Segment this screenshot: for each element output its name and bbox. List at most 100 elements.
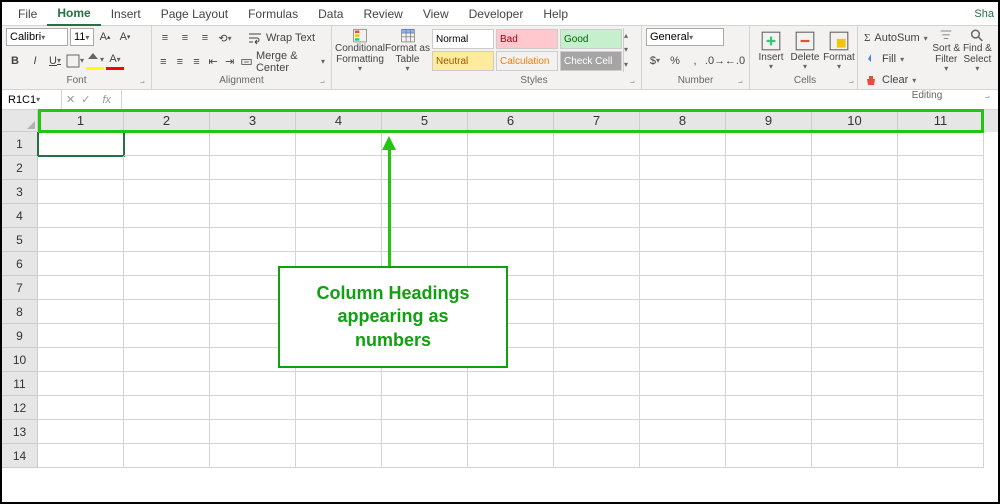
- cell[interactable]: [124, 252, 210, 276]
- cell[interactable]: [296, 444, 382, 468]
- style-check-cell[interactable]: Check Cell: [560, 51, 622, 71]
- cell[interactable]: [296, 324, 382, 348]
- cell[interactable]: [898, 132, 984, 156]
- cell[interactable]: [38, 324, 124, 348]
- cell[interactable]: [554, 396, 640, 420]
- cell[interactable]: [124, 372, 210, 396]
- cell[interactable]: [640, 396, 726, 420]
- cell[interactable]: [124, 300, 210, 324]
- tab-page-layout[interactable]: Page Layout: [151, 3, 238, 25]
- align-right-icon[interactable]: ≡: [189, 53, 204, 71]
- cell[interactable]: [640, 420, 726, 444]
- cell[interactable]: [296, 180, 382, 204]
- accounting-format-icon[interactable]: $: [646, 52, 664, 70]
- cell[interactable]: [382, 156, 468, 180]
- decrease-font-icon[interactable]: A▾: [116, 28, 134, 46]
- format-as-table-button[interactable]: Format as Table: [384, 28, 431, 74]
- percent-format-icon[interactable]: %: [666, 52, 684, 70]
- cell[interactable]: [554, 276, 640, 300]
- row-header[interactable]: 3: [2, 180, 38, 204]
- cell[interactable]: [382, 444, 468, 468]
- align-middle-icon[interactable]: ≡: [176, 29, 194, 47]
- clear-button[interactable]: Clear: [862, 70, 930, 90]
- col-header[interactable]: 2: [124, 110, 210, 132]
- cell[interactable]: [468, 132, 554, 156]
- cell[interactable]: [554, 180, 640, 204]
- row-header[interactable]: 13: [2, 420, 38, 444]
- cell[interactable]: [726, 420, 812, 444]
- increase-decimal-icon[interactable]: .0→: [706, 52, 724, 70]
- row-header[interactable]: 6: [2, 252, 38, 276]
- cell[interactable]: [554, 132, 640, 156]
- autosum-button[interactable]: ΣAutoSum: [862, 28, 930, 48]
- insert-function-icon[interactable]: fx: [96, 94, 117, 106]
- cell[interactable]: [726, 132, 812, 156]
- cell[interactable]: [468, 396, 554, 420]
- cell[interactable]: [726, 372, 812, 396]
- cell[interactable]: [296, 396, 382, 420]
- cell[interactable]: [210, 156, 296, 180]
- cell[interactable]: [554, 228, 640, 252]
- cell[interactable]: [898, 300, 984, 324]
- tab-data[interactable]: Data: [308, 3, 353, 25]
- cell[interactable]: [296, 204, 382, 228]
- cell[interactable]: [38, 180, 124, 204]
- cell[interactable]: [812, 228, 898, 252]
- name-box[interactable]: R1C1: [2, 90, 62, 109]
- cell[interactable]: [38, 348, 124, 372]
- increase-font-icon[interactable]: A▴: [96, 28, 114, 46]
- col-header[interactable]: 5: [382, 110, 468, 132]
- cell[interactable]: [210, 252, 296, 276]
- cell[interactable]: [640, 276, 726, 300]
- cell[interactable]: [210, 300, 296, 324]
- select-all-corner[interactable]: [2, 110, 38, 132]
- cell[interactable]: [554, 372, 640, 396]
- cell[interactable]: [468, 156, 554, 180]
- cell[interactable]: [640, 324, 726, 348]
- cell[interactable]: [210, 132, 296, 156]
- find-select-button[interactable]: Find & Select: [963, 28, 992, 74]
- format-cells-button[interactable]: Format: [822, 28, 856, 74]
- cell[interactable]: [898, 252, 984, 276]
- row-header[interactable]: 4: [2, 204, 38, 228]
- cell[interactable]: [640, 204, 726, 228]
- cell[interactable]: [812, 252, 898, 276]
- cell[interactable]: [726, 444, 812, 468]
- font-color-button[interactable]: A: [106, 52, 124, 70]
- cell[interactable]: [812, 180, 898, 204]
- decrease-indent-icon[interactable]: ⇤: [206, 53, 221, 71]
- cell[interactable]: [812, 348, 898, 372]
- cell[interactable]: [210, 228, 296, 252]
- cell[interactable]: [468, 276, 554, 300]
- cell[interactable]: [640, 444, 726, 468]
- cell[interactable]: [124, 180, 210, 204]
- conditional-formatting-button[interactable]: Conditional Formatting: [336, 28, 384, 74]
- borders-button[interactable]: [66, 52, 84, 70]
- wrap-text-button[interactable]: Wrap Text: [246, 28, 317, 48]
- cell[interactable]: [210, 444, 296, 468]
- cell[interactable]: [812, 300, 898, 324]
- cell[interactable]: [898, 276, 984, 300]
- cell[interactable]: [812, 324, 898, 348]
- cancel-formula-icon[interactable]: ✕: [66, 93, 75, 106]
- cell[interactable]: [812, 444, 898, 468]
- sort-filter-button[interactable]: Sort & Filter: [932, 28, 961, 74]
- cell[interactable]: [640, 348, 726, 372]
- tab-developer[interactable]: Developer: [459, 3, 534, 25]
- cell[interactable]: [812, 372, 898, 396]
- cell[interactable]: [468, 204, 554, 228]
- row-header[interactable]: 1: [2, 132, 38, 156]
- cell[interactable]: [124, 228, 210, 252]
- cell[interactable]: [382, 372, 468, 396]
- cell[interactable]: [296, 348, 382, 372]
- font-name-select[interactable]: Calibri: [6, 28, 68, 46]
- cell[interactable]: [382, 204, 468, 228]
- row-header[interactable]: 7: [2, 276, 38, 300]
- cell[interactable]: [210, 396, 296, 420]
- cell[interactable]: [124, 420, 210, 444]
- cell[interactable]: [382, 300, 468, 324]
- insert-cells-button[interactable]: Insert: [754, 28, 788, 74]
- cell[interactable]: [124, 276, 210, 300]
- cell[interactable]: [554, 300, 640, 324]
- decrease-decimal-icon[interactable]: ←.0: [726, 52, 744, 70]
